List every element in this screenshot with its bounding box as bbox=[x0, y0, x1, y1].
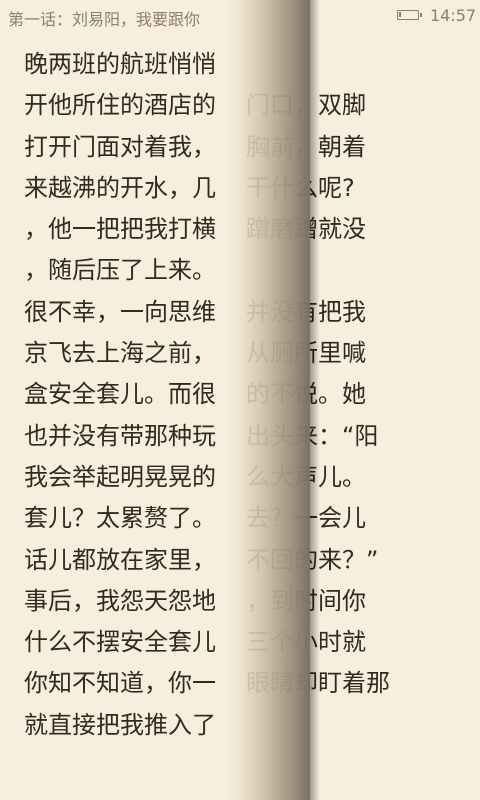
text-line-left: 打开门面对着我， bbox=[24, 132, 216, 161]
text-line-right: 眼睛却盯着那 bbox=[246, 669, 390, 698]
text-line-left: 也并没有带那种玩 bbox=[24, 421, 216, 450]
text-line-left: 开他所住的酒店的 bbox=[24, 91, 216, 120]
text-line: 也并没有带那种玩 出头来：“阳 bbox=[24, 416, 464, 457]
text-line-left: 事后，我怨天怨地 bbox=[24, 586, 216, 615]
text-line-left: 京飞去上海之前， bbox=[24, 339, 216, 368]
text-line-left: 来越沸的开水，几 bbox=[24, 173, 216, 202]
text-line: 很不幸，一向思维 并没有把我 bbox=[24, 292, 464, 333]
text-line-right: 的不悦。她 bbox=[246, 380, 366, 409]
text-line: 就直接把我推入了 bbox=[24, 705, 464, 746]
text-line-left: 我会举起明晃晃的 bbox=[24, 462, 216, 491]
text-line-right: 干什么呢? bbox=[246, 173, 355, 202]
text-line: ，他一把把我打横 蹭磨蹭就没 bbox=[24, 209, 464, 250]
text-line-right: 胸前，朝着 bbox=[246, 132, 366, 161]
text-line-left: 盒安全套儿。而很 bbox=[24, 380, 216, 409]
battery-low-icon bbox=[397, 10, 422, 20]
text-line-left: 很不幸，一向思维 bbox=[24, 297, 216, 326]
text-line: 套儿？太累赘了。 去？一会儿 bbox=[24, 498, 464, 539]
text-line: 京飞去上海之前， 从厕所里喊 bbox=[24, 333, 464, 374]
text-line-right: 么大声儿。 bbox=[246, 462, 366, 491]
text-line-right: 蹭磨蹭就没 bbox=[246, 215, 366, 244]
reader-page[interactable]: 第一话：刘易阳，我要跟你 14:57 晚两班的航班悄悄 开他所住的酒店的 门口，双脚… bbox=[0, 0, 480, 800]
text-line: ，随后压了上来。 bbox=[24, 250, 464, 291]
text-line-right: 去？一会儿 bbox=[246, 504, 366, 533]
text-line: 什么不摆安全套儿 三个小时就 bbox=[24, 622, 464, 663]
text-line-right: 不回的来？” bbox=[246, 545, 379, 574]
clock: 14:57 bbox=[430, 6, 477, 25]
text-line-right: 并没有把我 bbox=[246, 297, 366, 326]
text-line-left: 什么不摆安全套儿 bbox=[24, 628, 216, 657]
text-line-left: 就直接把我推入了 bbox=[24, 710, 216, 739]
chapter-title: 第一话：刘易阳，我要跟你 bbox=[8, 10, 201, 29]
text-line-right: 三个小时就 bbox=[246, 628, 366, 657]
text-line-right: ，到时间你 bbox=[246, 586, 366, 615]
text-line-left: 晚两班的航班悄悄 bbox=[24, 50, 216, 78]
text-line-left: 套儿？太累赘了。 bbox=[24, 504, 216, 533]
text-line: 我会举起明晃晃的 么大声儿。 bbox=[24, 457, 464, 498]
text-line: 你知不知道，你一 眼睛却盯着那 bbox=[24, 663, 464, 704]
text-line: 话儿都放在家里， 不回的来？” bbox=[24, 540, 464, 581]
text-line-right: 出头来：“阳 bbox=[246, 421, 379, 450]
text-line-left: 你知不知道，你一 bbox=[24, 669, 216, 698]
status-bar: 第一话：刘易阳，我要跟你 14:57 bbox=[0, 0, 480, 32]
text-line-right: 从厕所里喊 bbox=[246, 339, 366, 368]
text-line: 晚两班的航班悄悄 bbox=[24, 44, 464, 85]
text-line-left: 话儿都放在家里， bbox=[24, 545, 216, 574]
text-line: 来越沸的开水，几 干什么呢? bbox=[24, 168, 464, 209]
text-line: 开他所住的酒店的 门口，双脚 bbox=[24, 85, 464, 126]
text-line-left: ，随后压了上来。 bbox=[24, 256, 216, 285]
text-line: 打开门面对着我， 胸前，朝着 bbox=[24, 127, 464, 168]
text-line: 事后，我怨天怨地 ，到时间你 bbox=[24, 581, 464, 622]
page-text: 晚两班的航班悄悄 开他所住的酒店的 门口，双脚打开门面对着我， 胸前，朝着来越沸的开水… bbox=[24, 44, 464, 746]
text-line-right: 门口，双脚 bbox=[246, 91, 366, 120]
text-line-left: ，他一把把我打横 bbox=[24, 215, 216, 244]
text-line: 盒安全套儿。而很 的不悦。她 bbox=[24, 374, 464, 415]
